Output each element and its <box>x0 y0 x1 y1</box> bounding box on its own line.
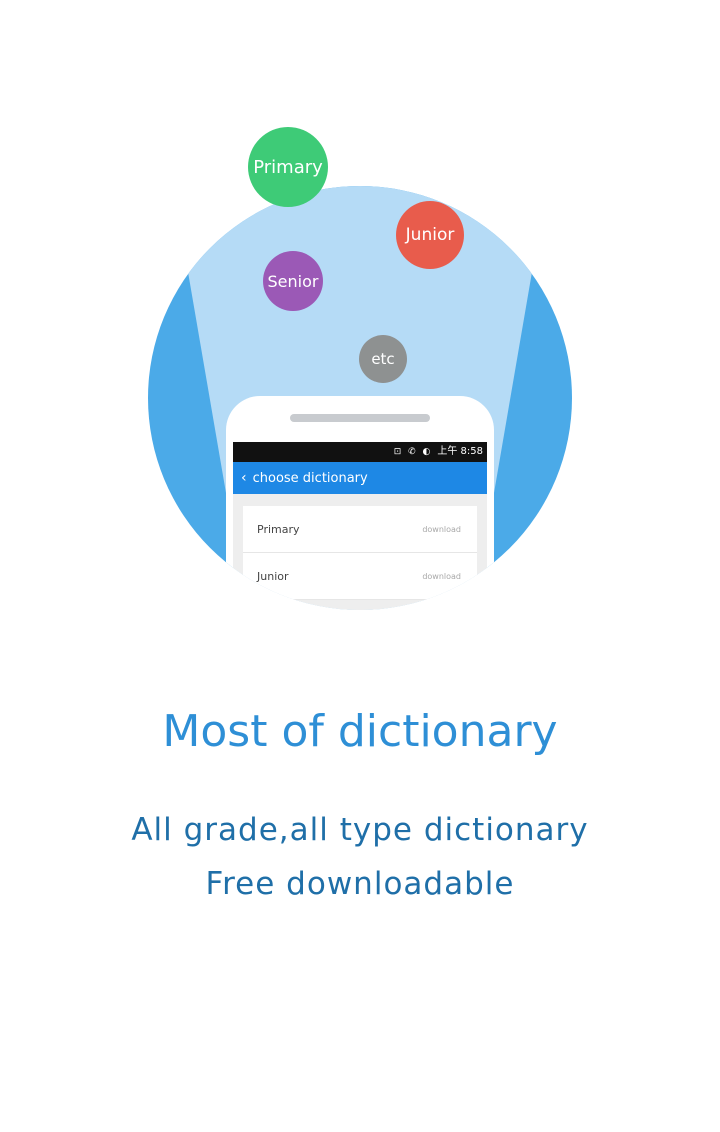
status-bar: ⊡ ✆ ◐ 上午 8:58 <box>233 442 487 462</box>
dictionary-name: Primary <box>257 522 300 536</box>
phone-mockup: ⊡ ✆ ◐ 上午 8:58 ‹ choose dictionary Primar… <box>226 396 494 610</box>
page-title: Most of dictionary <box>162 706 558 757</box>
back-chevron-icon[interactable]: ‹ <box>241 471 247 485</box>
download-link[interactable]: download <box>422 572 461 581</box>
app-bar-title: choose dictionary <box>252 470 368 486</box>
hero-illustration: ⊡ ✆ ◐ 上午 8:58 ‹ choose dictionary Primar… <box>0 0 720 640</box>
status-icons: ⊡ ✆ ◐ <box>393 447 433 457</box>
phone-speaker <box>290 414 430 422</box>
dictionary-name: Junior <box>257 569 289 583</box>
dictionary-circle-graphic: ⊡ ✆ ◐ 上午 8:58 ‹ choose dictionary Primar… <box>148 186 572 610</box>
junior-bubble: Junior <box>396 201 464 269</box>
senior-bubble: Senior <box>263 251 323 311</box>
phone-screen: ⊡ ✆ ◐ 上午 8:58 ‹ choose dictionary Primar… <box>233 442 487 610</box>
download-link[interactable]: download <box>422 525 461 534</box>
app-bar: ‹ choose dictionary <box>233 462 487 494</box>
primary-bubble: Primary <box>248 127 328 207</box>
subtitle-line-2: Free downloadable <box>205 866 515 902</box>
dictionary-list: Primary download Junior download <box>243 506 477 600</box>
list-item[interactable]: Primary download <box>243 506 477 553</box>
list-item[interactable]: Junior download <box>243 553 477 600</box>
subtitle-line-1: All grade,all type dictionary <box>131 812 589 848</box>
status-time: 上午 8:58 <box>437 446 483 457</box>
etc-bubble: etc <box>359 335 407 383</box>
